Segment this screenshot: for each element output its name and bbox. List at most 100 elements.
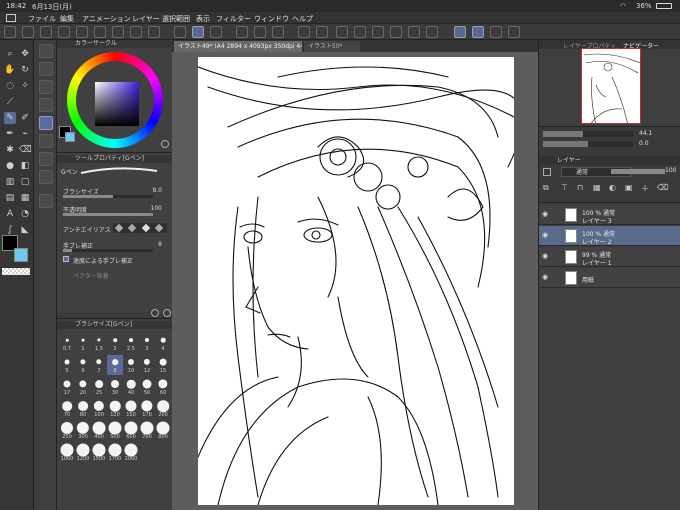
subtool-9-icon[interactable] [39, 194, 53, 208]
brush-size-option[interactable]: 170 [139, 399, 155, 419]
visibility-eye-icon[interactable]: ◉ [542, 253, 550, 260]
property-settings-icon[interactable] [163, 309, 171, 317]
menu-filter[interactable]: フィルター [216, 14, 251, 24]
brush-icon[interactable]: ✒ [4, 128, 16, 140]
menu-layer[interactable]: レイヤー [132, 14, 160, 24]
drawing-canvas[interactable] [198, 57, 514, 505]
canvas-icon[interactable] [210, 26, 222, 38]
brush-size-option[interactable]: 6 [75, 355, 91, 375]
zoom-value[interactable]: 44.1 [639, 130, 652, 137]
subtool-1-icon[interactable] [39, 44, 53, 58]
brush-size-option[interactable]: 5 [59, 355, 75, 375]
hue-ring[interactable] [67, 52, 163, 148]
menu-view[interactable]: 表示 [196, 14, 210, 24]
decoration-icon[interactable]: ✱ [4, 144, 16, 156]
layer-delete-icon[interactable]: ⌫ [657, 183, 668, 192]
brush-size-option[interactable]: 8 [107, 355, 123, 375]
menu-edit[interactable]: 編集 [60, 14, 74, 24]
zoom-slider[interactable] [543, 131, 633, 137]
stabilize-value[interactable]: 8 [158, 241, 162, 248]
brush-size-option[interactable]: 50 [139, 377, 155, 397]
subtool-3-icon[interactable] [39, 80, 53, 94]
speed-stabilize-checkbox[interactable] [63, 256, 69, 262]
brush-size-option[interactable]: 200 [155, 399, 171, 419]
subtool-7-icon[interactable] [39, 152, 53, 166]
layer-opacity-value[interactable]: 100 [665, 167, 676, 174]
saturation-square[interactable] [95, 82, 139, 126]
brush-size-option[interactable]: 2000 [123, 443, 139, 463]
move-icon[interactable]: ✥ [19, 48, 31, 60]
stabilize-slider[interactable] [63, 249, 153, 252]
layer-opacity-slider[interactable] [611, 169, 665, 174]
layer-lock-icon[interactable]: ⊓ [577, 183, 583, 192]
transparent-swatch[interactable] [2, 268, 30, 275]
brush-size-option[interactable]: 100 [91, 399, 107, 419]
hand-icon[interactable]: ✋ [4, 64, 16, 76]
brush-size-option[interactable]: 20 [75, 377, 91, 397]
frame-icon[interactable]: ▤ [4, 192, 16, 204]
sub-color-swatch[interactable] [14, 248, 28, 262]
rotation-value[interactable]: 0.0 [639, 140, 649, 147]
layer-row[interactable]: ◉ 用紙 [539, 268, 680, 288]
brush-size-option[interactable]: 25 [91, 377, 107, 397]
tool-eraser-icon[interactable] [58, 26, 70, 38]
brush-size-option[interactable]: 1200 [75, 443, 91, 463]
subtool-5-icon[interactable] [39, 116, 53, 130]
brush-size-option[interactable]: 7 [91, 355, 107, 375]
rotation-slider[interactable] [543, 141, 633, 147]
antialias-weak-icon[interactable] [127, 223, 137, 233]
visibility-eye-icon[interactable]: ◉ [542, 211, 550, 218]
ruler-icon[interactable]: ▦ [19, 192, 31, 204]
rotate-view-icon[interactable]: ↻ [19, 64, 31, 76]
brush-size-option[interactable]: 600 [123, 421, 139, 441]
layer-alpha-lock-icon[interactable]: ▦ [593, 183, 601, 192]
brush-size-option[interactable]: 0.7 [59, 333, 75, 353]
pen-icon[interactable]: ✎ [4, 112, 16, 124]
brush-size-option[interactable]: 400 [91, 421, 107, 441]
eraser-icon[interactable]: ⌫ [19, 144, 32, 156]
brush-size-option[interactable]: 15 [155, 355, 171, 375]
fill-icon[interactable]: ◧ [19, 160, 31, 172]
menu-file[interactable]: ファイル [28, 14, 56, 24]
rotate-icon[interactable] [354, 26, 366, 38]
brush-size-option[interactable]: 700 [139, 421, 155, 441]
redo-icon[interactable] [316, 26, 328, 38]
text-icon[interactable]: A [4, 208, 16, 220]
brush-size-option[interactable]: 30 [107, 377, 123, 397]
brush-size-option[interactable]: 4 [155, 333, 171, 353]
subtool-4-icon[interactable] [39, 98, 53, 112]
antialias-none-icon[interactable] [114, 223, 124, 233]
menu-window[interactable]: ウィンドウ [254, 14, 289, 24]
blend-icon[interactable]: ● [4, 160, 16, 172]
layer-row[interactable]: ◉ 100 % 通常 レイヤー 3 [539, 205, 680, 225]
tool-grid-icon[interactable] [4, 26, 16, 38]
antialias-strong-icon[interactable] [154, 223, 164, 233]
snap-ruler-icon[interactable] [454, 26, 466, 38]
snap-grid-icon[interactable] [490, 26, 502, 38]
tool-text-icon[interactable] [94, 26, 106, 38]
layer-new-icon[interactable]: ＋ [641, 183, 649, 194]
eyedropper-icon[interactable]: ⟋ [4, 96, 16, 108]
tool-select-icon[interactable] [148, 26, 160, 38]
navigator-preview[interactable] [581, 48, 641, 124]
flip-icon[interactable] [372, 26, 384, 38]
tab-other-document[interactable]: イラスト50* [304, 41, 360, 52]
new-file-icon[interactable] [236, 26, 248, 38]
pencil-icon[interactable]: ✐ [19, 112, 31, 124]
brush-size-option[interactable]: 70 [59, 399, 75, 419]
layer-ruler-icon[interactable]: ▣ [625, 183, 633, 192]
brush-size-option[interactable]: 1000 [59, 443, 75, 463]
brush-size-option[interactable]: 250 [59, 421, 75, 441]
fill-bucket-icon[interactable] [390, 26, 402, 38]
color-settings-icon[interactable] [161, 140, 169, 148]
brush-size-option[interactable]: 2.5 [123, 333, 139, 353]
brush-size-option[interactable]: 10 [123, 355, 139, 375]
clear-icon[interactable] [426, 26, 438, 38]
brush-size-option[interactable]: 17 [59, 377, 75, 397]
zoom-icon[interactable]: ⌕ [4, 48, 16, 60]
tool-shape-icon[interactable] [112, 26, 124, 38]
brush-size-option[interactable]: 800 [155, 421, 171, 441]
opacity-value[interactable]: 100 [151, 205, 162, 212]
property-info-icon[interactable] [151, 309, 159, 317]
brush-size-option[interactable]: 3 [139, 333, 155, 353]
